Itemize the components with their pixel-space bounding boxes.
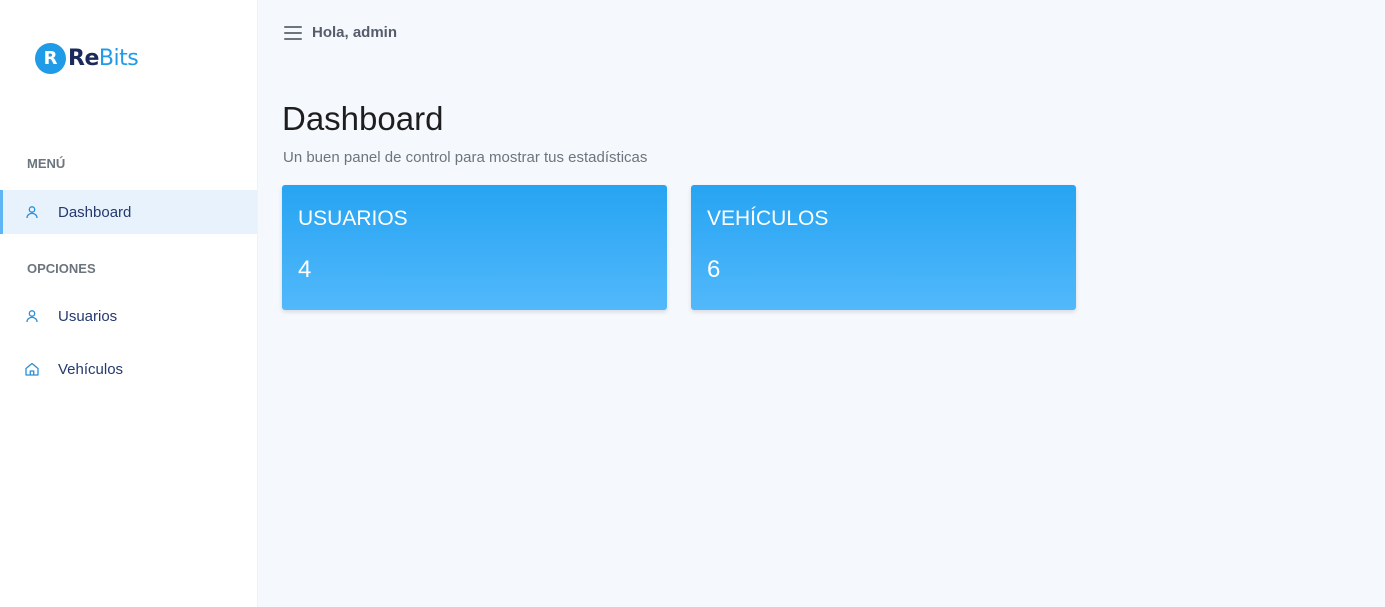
page-subtitle: Un buen panel de control para mostrar tu… — [283, 149, 648, 166]
home-icon — [24, 361, 40, 377]
stat-card-value: 4 — [298, 256, 312, 283]
brand-logo[interactable]: R ReBits — [35, 43, 139, 74]
stat-card-title: VEHÍCULOS — [707, 207, 829, 230]
sidebar-item-label: Usuarios — [58, 307, 118, 325]
stat-card-usuarios: USUARIOS 4 — [282, 185, 667, 310]
stat-card-title: USUARIOS — [298, 207, 408, 230]
page-title: Dashboard — [282, 100, 444, 137]
stat-card-value: 6 — [707, 256, 721, 283]
sidebar-item-label: Vehículos — [58, 360, 124, 378]
brand-name: ReBits — [68, 46, 139, 71]
user-greeting: Hola, admin — [312, 24, 398, 41]
user-icon — [24, 308, 40, 324]
logo-icon: R — [35, 43, 66, 74]
sidebar: R ReBits MENÚ Dashboard OPCIONES Usuario… — [0, 0, 258, 607]
hamburger-menu-icon[interactable] — [284, 25, 302, 40]
menu-section-title: MENÚ — [27, 156, 66, 171]
sidebar-item-dashboard[interactable]: Dashboard — [0, 190, 257, 234]
user-icon — [24, 204, 40, 220]
options-section-title: OPCIONES — [27, 261, 96, 276]
brand-name-part2: Bits — [98, 46, 139, 71]
brand-name-part1: Re — [68, 46, 99, 71]
sidebar-item-usuarios[interactable]: Usuarios — [0, 294, 257, 338]
sidebar-item-label: Dashboard — [58, 203, 132, 221]
topbar: Hola, admin — [284, 24, 397, 41]
sidebar-item-vehiculos[interactable]: Vehículos — [0, 347, 257, 391]
stat-card-vehiculos: VEHÍCULOS 6 — [691, 185, 1076, 310]
